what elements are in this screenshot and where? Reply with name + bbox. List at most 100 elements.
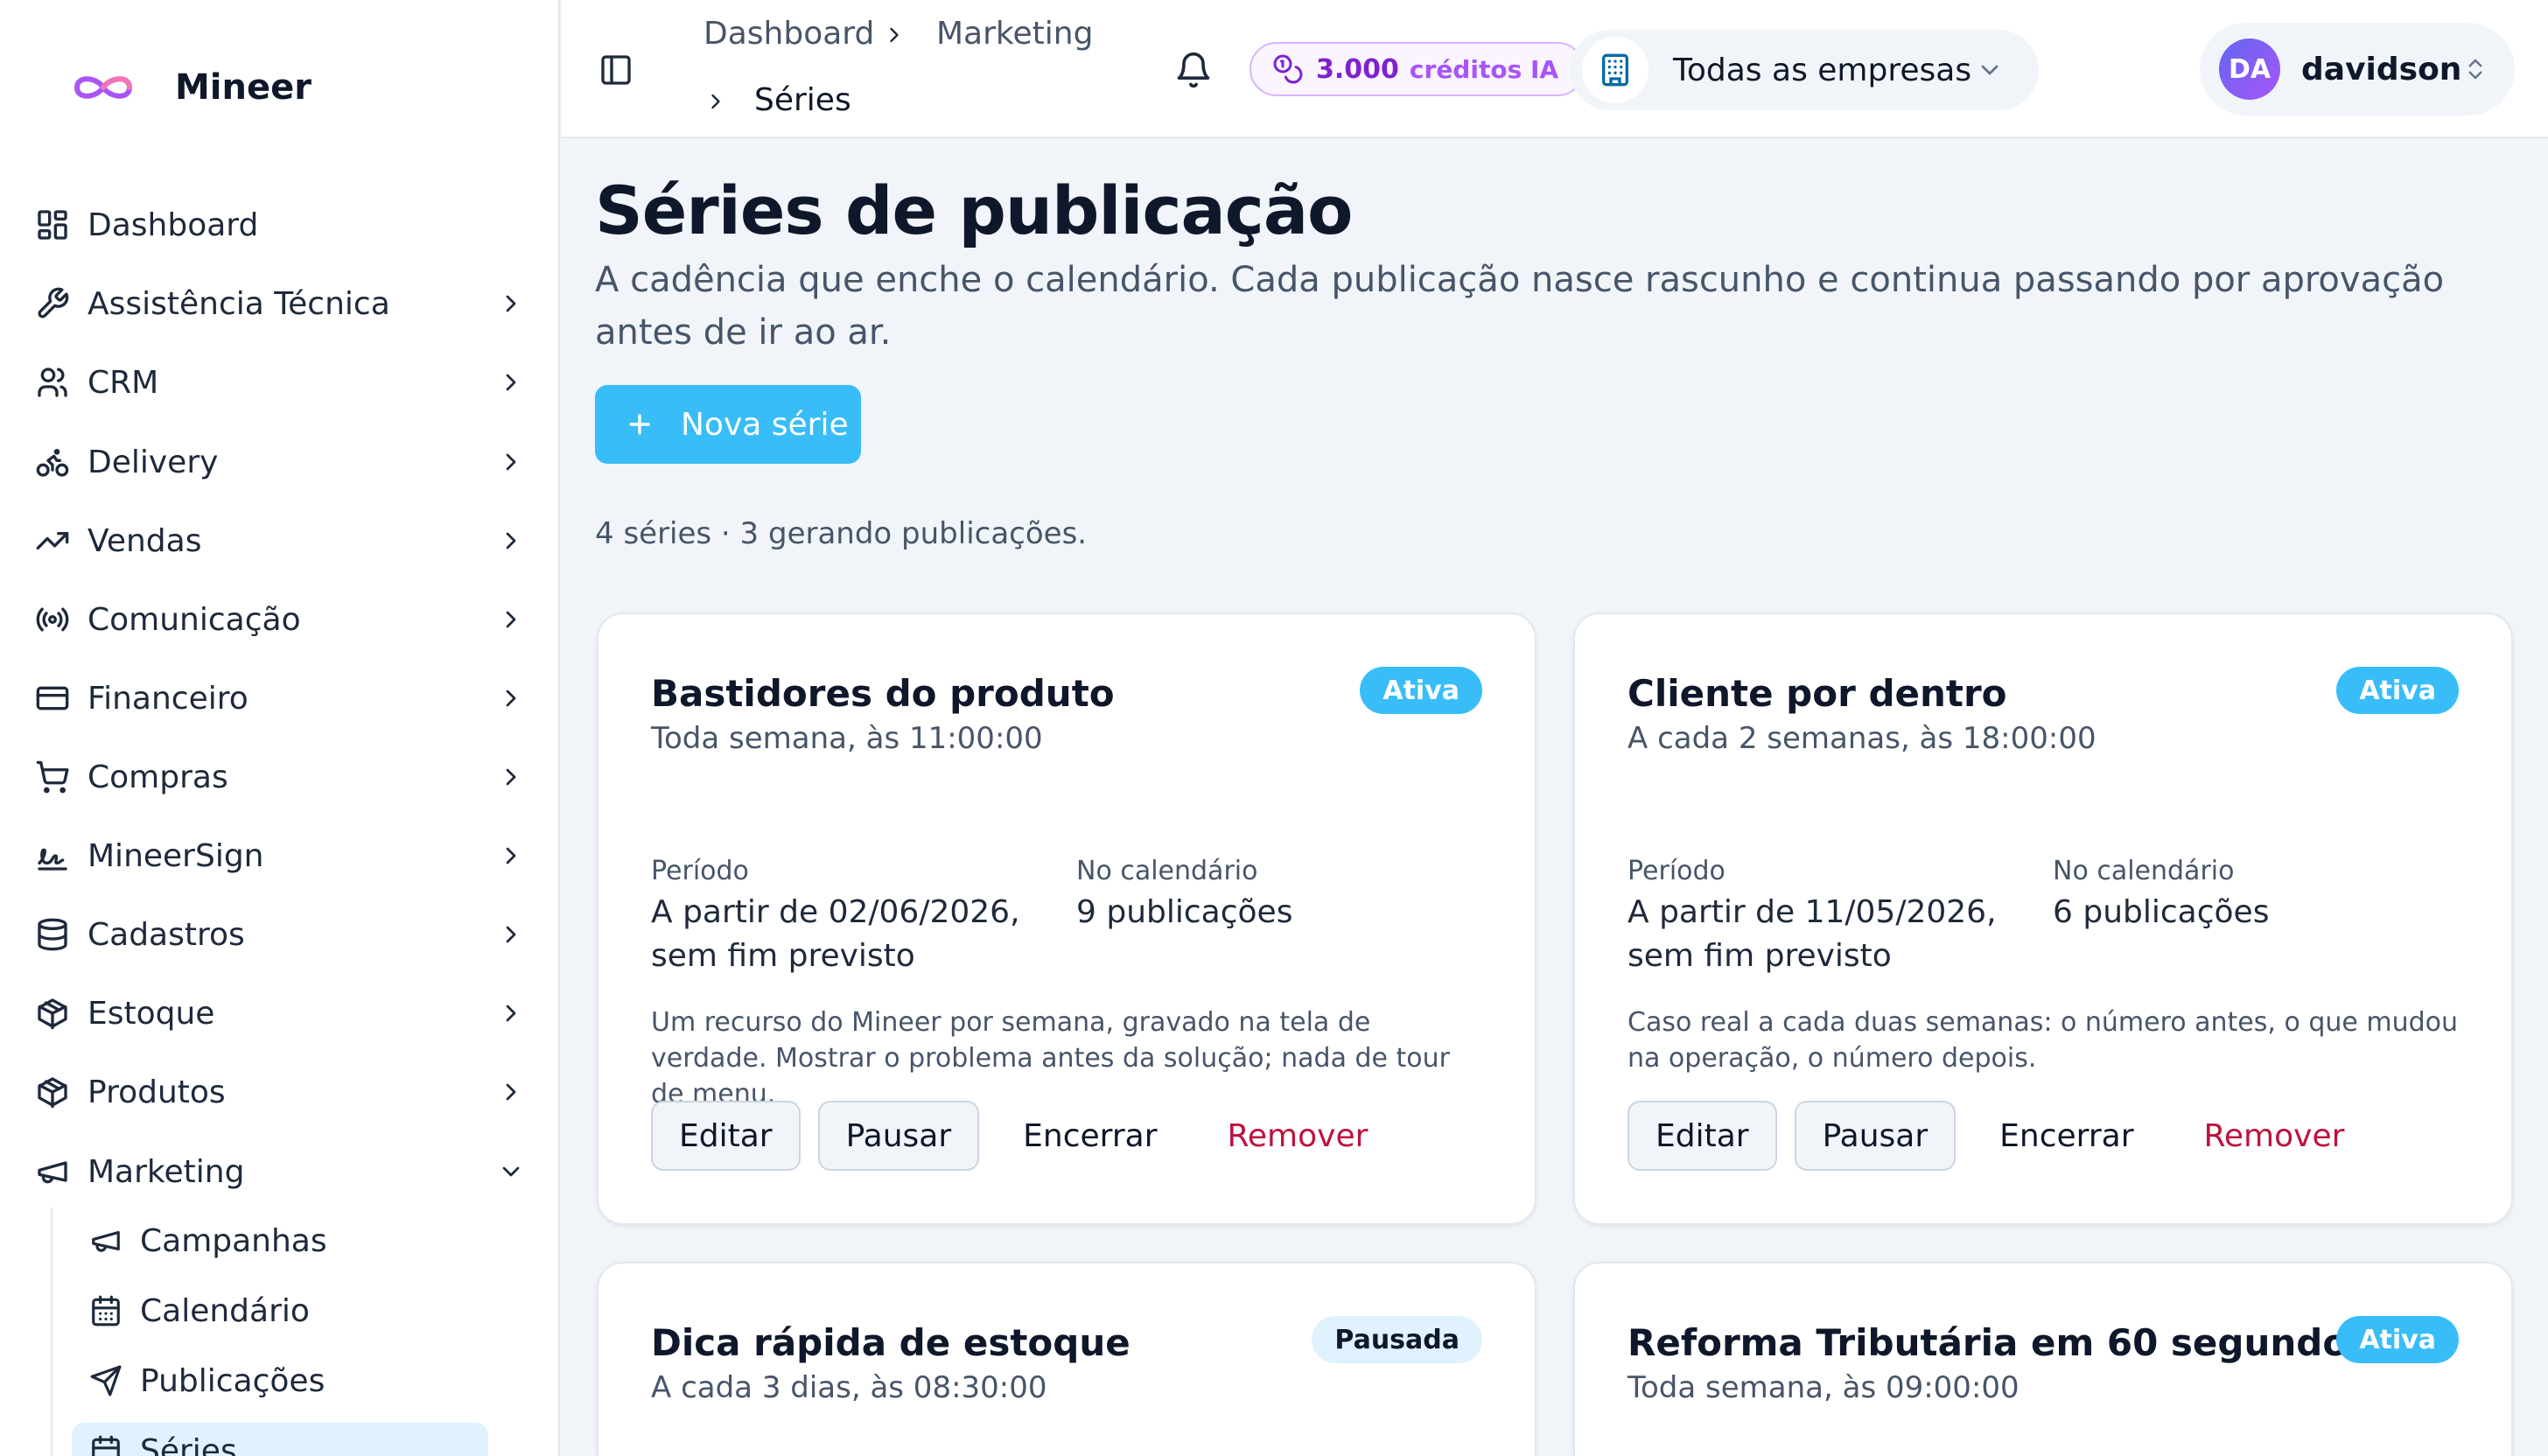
avatar: DA bbox=[2219, 38, 2280, 100]
sidebar-subitem-label: Séries bbox=[140, 1432, 237, 1456]
sidebar-item-financeiro[interactable]: Financeiro bbox=[35, 668, 534, 729]
bell-icon[interactable] bbox=[1174, 51, 1213, 89]
period-value: A partir de 11/05/2026, sem fim previsto bbox=[1628, 894, 1997, 974]
trending-up-icon bbox=[36, 532, 69, 550]
sidebar-subitem-label: Publicações bbox=[140, 1362, 326, 1399]
chevron-right-icon bbox=[506, 768, 516, 786]
sidebar-item-marketing[interactable]: Marketing bbox=[35, 1141, 534, 1202]
mineer-logo-icon bbox=[74, 76, 133, 99]
pause-button[interactable]: Pausar bbox=[1794, 1101, 1956, 1171]
cart-icon bbox=[36, 760, 69, 794]
sidebar-item-produtos[interactable]: Produtos bbox=[35, 1061, 534, 1123]
chevron-right-icon bbox=[506, 847, 516, 864]
chevrons-up-down-icon bbox=[2468, 59, 2482, 80]
new-series-label: Nova série bbox=[681, 406, 849, 443]
megaphone-icon bbox=[92, 1230, 120, 1252]
breadcrumb-marketing[interactable]: Marketing bbox=[936, 16, 1093, 52]
user-menu[interactable]: DA davidson bbox=[2200, 23, 2515, 116]
radio-icon bbox=[36, 607, 69, 632]
end-button[interactable]: Encerrar bbox=[1973, 1101, 2160, 1171]
plus-icon bbox=[629, 414, 650, 435]
sidebar-item-cadastros[interactable]: Cadastros bbox=[35, 904, 534, 965]
calendar-icon bbox=[92, 1295, 120, 1326]
brand-name: Mineer bbox=[175, 67, 312, 108]
sidebar-item-label: Comunicação bbox=[88, 601, 301, 638]
sidebar-item-label: Assistência Técnica bbox=[88, 285, 390, 322]
sidebar-subitem-label: Calendário bbox=[140, 1292, 310, 1329]
credits-value: 3.000 bbox=[1316, 53, 1399, 85]
sidebar-item-estoque[interactable]: Estoque bbox=[35, 983, 534, 1044]
ai-credits-badge[interactable]: 3.000 créditos IA bbox=[1250, 42, 1586, 96]
company-icon-wrap bbox=[1582, 37, 1648, 103]
brand[interactable]: Mineer bbox=[70, 61, 312, 114]
database-icon bbox=[38, 918, 67, 951]
top-header: Dashboard Marketing Séries 3.000 crédito… bbox=[562, 0, 2548, 138]
package-icon bbox=[38, 998, 67, 1030]
wrench-icon bbox=[38, 287, 69, 318]
dashboard-icon bbox=[38, 210, 67, 240]
edit-button[interactable]: Editar bbox=[651, 1101, 801, 1171]
end-button[interactable]: Encerrar bbox=[997, 1101, 1183, 1171]
package-icon bbox=[38, 1077, 67, 1109]
sidebar-subitem-label: Campanhas bbox=[140, 1222, 327, 1259]
status-badge: Ativa bbox=[2336, 1316, 2459, 1363]
calendar-label: No calendário bbox=[2053, 856, 2235, 886]
sidebar-item-dashboard[interactable]: Dashboard bbox=[35, 194, 534, 256]
series-title: Cliente por dentro bbox=[1628, 672, 2007, 715]
sidebar-item-label: Compras bbox=[88, 759, 228, 795]
toggle-sidebar-icon[interactable] bbox=[598, 52, 634, 88]
sidebar: Mineer Dashboard Assistência Técnica CRM… bbox=[0, 0, 560, 1456]
series-title: Dica rápida de estoque bbox=[651, 1321, 1130, 1364]
sidebar-item-mineersign[interactable]: MineerSign bbox=[35, 825, 534, 886]
sidebar-subitem-campanhas[interactable]: Campanhas bbox=[72, 1213, 488, 1269]
user-name: davidson bbox=[2301, 51, 2462, 88]
sidebar-subitem-calendario[interactable]: Calendário bbox=[72, 1283, 488, 1339]
sidebar-item-label: Vendas bbox=[88, 522, 202, 559]
company-selector-value: Todas as empresas bbox=[1673, 52, 1972, 88]
sidebar-item-delivery[interactable]: Delivery bbox=[35, 431, 534, 493]
remove-button[interactable]: Remover bbox=[1201, 1101, 1395, 1171]
breadcrumb-dashboard[interactable]: Dashboard bbox=[704, 16, 874, 52]
sidebar-item-crm[interactable]: CRM bbox=[35, 352, 534, 413]
sidebar-item-label: MineerSign bbox=[88, 837, 264, 874]
new-series-button[interactable]: Nova série bbox=[595, 385, 861, 464]
chevron-right-icon bbox=[506, 1004, 516, 1022]
period-label: Período bbox=[651, 856, 749, 886]
series-schedule: A cada 2 semanas, às 18:00:00 bbox=[1628, 721, 2096, 756]
edit-button[interactable]: Editar bbox=[1628, 1101, 1777, 1171]
calendar-count: 6 publicações bbox=[2053, 894, 2270, 930]
chevron-down-icon bbox=[502, 1166, 520, 1177]
chevron-right-icon bbox=[506, 690, 516, 707]
sidebar-item-compras[interactable]: Compras bbox=[35, 746, 534, 808]
sidebar-subitem-publicacoes[interactable]: Publicações bbox=[72, 1353, 488, 1409]
card-actions: Editar Pausar Encerrar Remover bbox=[1628, 1101, 2388, 1171]
coins-icon bbox=[1273, 54, 1303, 84]
sidebar-item-assistencia-tecnica[interactable]: Assistência Técnica bbox=[35, 273, 534, 334]
chevron-right-icon bbox=[506, 295, 516, 312]
card-actions: Editar Pausar Encerrar Remover bbox=[651, 1101, 1411, 1171]
series-summary: 4 séries · 3 gerando publicações. bbox=[595, 516, 1088, 551]
status-badge: Pausada bbox=[1312, 1316, 1482, 1363]
chevron-right-icon bbox=[506, 1083, 516, 1101]
sidebar-item-label: CRM bbox=[88, 364, 159, 401]
send-icon bbox=[90, 1365, 122, 1396]
sidebar-item-comunicacao[interactable]: Comunicação bbox=[35, 589, 534, 650]
breadcrumb-series: Séries bbox=[754, 82, 851, 118]
series-note: Um recurso do Mineer por semana, gravado… bbox=[651, 1007, 1450, 1110]
series-card: Dica rápida de estoque A cada 3 dias, às… bbox=[597, 1262, 1536, 1456]
credits-label: créditos IA bbox=[1409, 54, 1559, 84]
company-selector[interactable]: Todas as empresas bbox=[1570, 30, 2039, 110]
calendar-repeat-icon bbox=[92, 1435, 120, 1456]
submenu-guide-line bbox=[51, 1208, 52, 1456]
chevron-right-icon bbox=[506, 374, 516, 391]
sidebar-subitem-series[interactable]: Séries bbox=[72, 1423, 488, 1456]
series-card: Cliente por dentro A cada 2 semanas, às … bbox=[1573, 612, 2513, 1225]
credit-card-icon bbox=[36, 686, 69, 710]
bike-icon bbox=[36, 449, 69, 477]
remove-button[interactable]: Remover bbox=[2178, 1101, 2371, 1171]
chevron-right-icon bbox=[506, 611, 516, 628]
sidebar-item-vendas[interactable]: Vendas bbox=[35, 510, 534, 571]
series-note: Caso real a cada duas semanas: o número … bbox=[1628, 1007, 2459, 1074]
pause-button[interactable]: Pausar bbox=[817, 1101, 980, 1171]
calendar-label: No calendário bbox=[1076, 856, 1258, 886]
